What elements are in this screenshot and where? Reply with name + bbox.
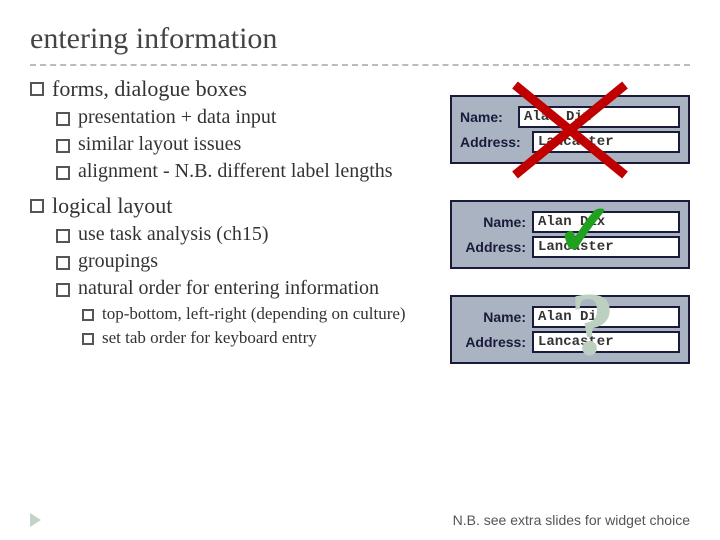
name-input[interactable]: Alan Dix: [532, 211, 680, 233]
address-label: Address:: [460, 134, 526, 150]
bullet-text: alignment - N.B. different label lengths: [78, 160, 393, 183]
slide-title: entering information: [0, 0, 720, 64]
bullet-text: set tab order for keyboard entry: [102, 328, 317, 348]
bullet-text: use task analysis (ch15): [78, 223, 269, 246]
triangle-icon: [30, 513, 41, 527]
name-input[interactable]: Alan Dix: [518, 106, 680, 128]
bullet-box-icon: [30, 199, 44, 213]
bullet-box-icon: [56, 229, 70, 243]
bullet-text: forms, dialogue boxes: [52, 76, 247, 102]
bullet-text: top-bottom, left-right (depending on cul…: [102, 304, 406, 324]
bullet-box-icon: [56, 256, 70, 270]
address-input[interactable]: Lancaster: [532, 236, 680, 258]
form-box: Name: Alan Dix Address: Lancaster: [450, 95, 690, 164]
bullet-box-icon: [56, 283, 70, 297]
form-example-good: Name: Alan Dix Address: Lancaster ✓: [450, 200, 690, 269]
form-example-question: Name: Alan Dix Address: Lancaster ?: [450, 295, 690, 364]
bullet-text: natural order for entering information: [78, 277, 379, 300]
footer: N.B. see extra slides for widget choice: [30, 512, 690, 528]
bullet-box-icon: [56, 166, 70, 180]
name-label: Name:: [460, 309, 526, 325]
bullet-text: similar layout issues: [78, 133, 241, 156]
name-input[interactable]: Alan Dix: [532, 306, 680, 328]
bullet-text: presentation + data input: [78, 106, 276, 129]
form-example-bad: Name: Alan Dix Address: Lancaster: [450, 95, 690, 164]
form-box: Name: Alan Dix Address: Lancaster: [450, 295, 690, 364]
bullet-box-icon: [56, 112, 70, 126]
bullet-box-icon: [56, 139, 70, 153]
divider: [30, 64, 690, 66]
bullet-box-icon: [30, 82, 44, 96]
footer-note: N.B. see extra slides for widget choice: [453, 512, 690, 528]
form-box: Name: Alan Dix Address: Lancaster: [450, 200, 690, 269]
bullet-text: logical layout: [52, 193, 172, 219]
bullet-text: groupings: [78, 250, 158, 273]
name-label: Name:: [460, 109, 512, 125]
address-input[interactable]: Lancaster: [532, 331, 680, 353]
address-label: Address:: [460, 239, 526, 255]
bullet-box-icon: [82, 309, 94, 321]
name-label: Name:: [460, 214, 526, 230]
address-label: Address:: [460, 334, 526, 350]
address-input[interactable]: Lancaster: [532, 131, 680, 153]
bullet-box-icon: [82, 333, 94, 345]
